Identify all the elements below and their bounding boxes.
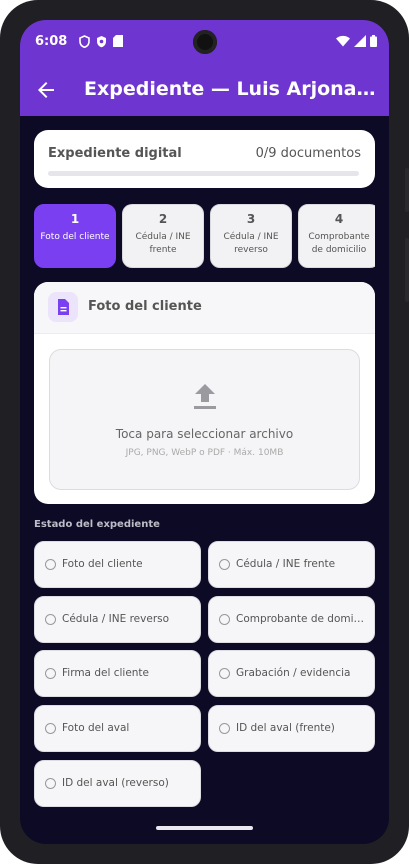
arrow-left-icon[interactable] bbox=[34, 78, 58, 102]
status-item-label: Foto del aval bbox=[62, 722, 130, 734]
status-item[interactable]: Cédula / INE frente bbox=[208, 541, 375, 588]
status-item-label: Cédula / INE frente bbox=[236, 558, 336, 570]
shield-outline-icon bbox=[79, 35, 90, 48]
status-item[interactable]: Grabación / evidencia bbox=[208, 650, 375, 697]
upload-icon bbox=[194, 384, 216, 409]
step-number: 3 bbox=[246, 212, 256, 226]
status-item-label: ID del aval (reverso) bbox=[62, 777, 169, 789]
dropzone-text: Toca para seleccionar archivo bbox=[115, 427, 294, 441]
status-item[interactable]: ID del aval (frente) bbox=[208, 705, 375, 752]
status-circle-icon bbox=[219, 559, 230, 570]
status-circle-icon bbox=[45, 614, 56, 625]
shield-check-icon bbox=[97, 36, 106, 48]
dropzone-hint: JPG, PNG, WebP o PDF · Máx. 10MB bbox=[125, 448, 284, 458]
status-item[interactable]: Cédula / INE reverso bbox=[34, 596, 201, 643]
progress-count: 0/9 documentos bbox=[255, 146, 361, 161]
step-number: 1 bbox=[70, 212, 80, 226]
status-item-label: Grabación / evidencia bbox=[236, 667, 351, 679]
status-circle-icon bbox=[45, 559, 56, 570]
step-label: Comprobante de domicilio bbox=[308, 232, 370, 255]
file-dropzone[interactable]: Toca para seleccionar archivo JPG, PNG, … bbox=[49, 349, 360, 490]
volume-button bbox=[405, 238, 409, 302]
status-item-label: ID del aval (frente) bbox=[236, 722, 335, 734]
status-circle-icon bbox=[219, 723, 230, 734]
step-number: 2 bbox=[158, 212, 168, 226]
step-tabs: 1 Foto del cliente 2 Cédula / INE frente… bbox=[34, 204, 375, 268]
status-circle-icon bbox=[219, 668, 230, 679]
upload-card-title: Foto del cliente bbox=[88, 299, 202, 314]
progress-label: Expediente digital bbox=[48, 146, 182, 161]
step-tab-ine-frente[interactable]: 2 Cédula / INE frente bbox=[122, 204, 204, 268]
status-item[interactable]: Firma del cliente bbox=[34, 650, 201, 697]
step-tab-foto-cliente[interactable]: 1 Foto del cliente bbox=[34, 204, 116, 268]
phone-frame: 6:08 Expediente — Luis Arjona a Expedien… bbox=[0, 0, 409, 864]
status-item[interactable]: Comprobante de domicilio bbox=[208, 596, 375, 643]
status-circle-icon bbox=[45, 723, 56, 734]
status-circle-icon bbox=[45, 668, 56, 679]
document-icon bbox=[48, 292, 78, 322]
step-label: Foto del cliente bbox=[40, 232, 110, 242]
wifi-icon bbox=[336, 35, 350, 47]
status-item-label: Firma del cliente bbox=[62, 667, 150, 679]
status-circle-icon bbox=[45, 778, 56, 789]
progress-bar bbox=[48, 171, 359, 176]
status-item[interactable]: Foto del cliente bbox=[34, 541, 201, 588]
step-number: 4 bbox=[334, 212, 344, 226]
step-tab-ine-reverso[interactable]: 3 Cédula / INE reverso bbox=[210, 204, 292, 268]
page-title: Expediente — Luis Arjona alberto bbox=[84, 78, 376, 100]
app-bar: Expediente — Luis Arjona alberto bbox=[20, 64, 389, 116]
sd-card-icon bbox=[113, 35, 123, 47]
cellular-signal-icon bbox=[354, 35, 366, 47]
step-tab-comprobante[interactable]: 4 Comprobante de domicilio bbox=[298, 204, 375, 268]
status-bar: 6:08 bbox=[20, 20, 389, 64]
status-icons-left bbox=[79, 35, 123, 48]
screen: 6:08 Expediente — Luis Arjona a Expedien… bbox=[20, 20, 389, 844]
status-circle-icon bbox=[219, 614, 230, 625]
gesture-nav-bar[interactable] bbox=[156, 826, 253, 830]
front-camera bbox=[193, 30, 217, 54]
status-item[interactable]: Foto del aval bbox=[34, 705, 201, 752]
status-item-label: Cédula / INE reverso bbox=[62, 613, 170, 625]
status-item-label: Foto del cliente bbox=[62, 558, 143, 570]
step-label: Cédula / INE reverso bbox=[223, 232, 279, 255]
battery-icon bbox=[370, 35, 377, 47]
step-label: Cédula / INE frente bbox=[135, 232, 191, 255]
power-button bbox=[405, 168, 409, 212]
status-item[interactable]: ID del aval (reverso) bbox=[34, 760, 201, 807]
upload-card: Foto del cliente Toca para seleccionar a… bbox=[34, 282, 375, 504]
progress-card: Expediente digital 0/9 documentos bbox=[34, 130, 375, 188]
status-icons-right bbox=[336, 35, 377, 47]
status-item-label: Comprobante de domicilio bbox=[236, 613, 368, 625]
section-label: Estado del expediente bbox=[34, 519, 160, 530]
upload-card-header: Foto del cliente bbox=[34, 282, 375, 334]
status-time: 6:08 bbox=[35, 34, 68, 49]
